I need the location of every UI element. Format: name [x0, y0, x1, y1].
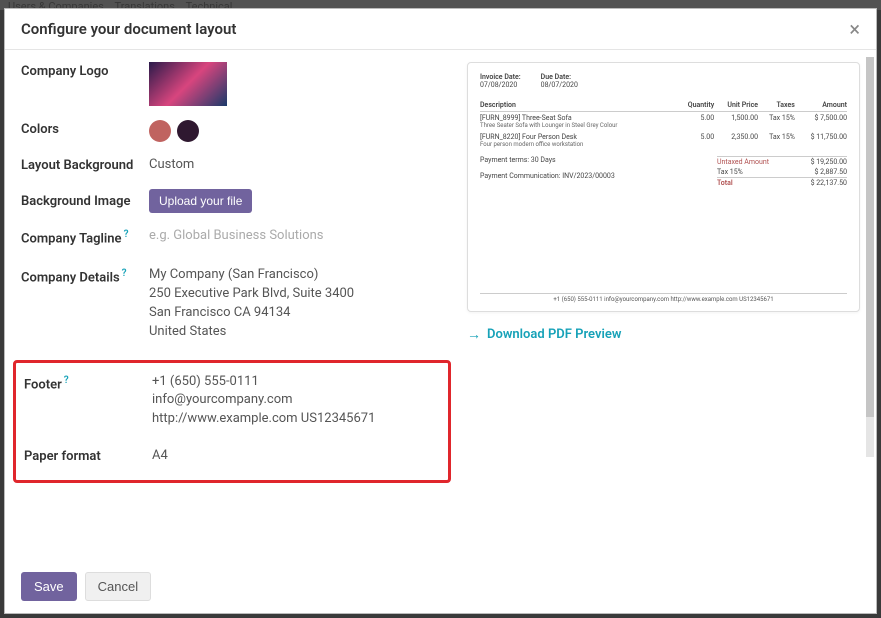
th-description: Description — [480, 99, 676, 112]
footer-label: Footer? — [24, 373, 152, 392]
close-icon[interactable]: × — [849, 19, 860, 39]
modal-footer: Save Cancel — [5, 562, 876, 613]
form-column: Company Logo Colors Layout Background Cu… — [21, 62, 451, 562]
table-row: [FURN_8999] Three-Seat Sofa Three Seater… — [480, 112, 847, 132]
document-layout-modal: Configure your document layout × Company… — [4, 8, 877, 614]
paper-format-value[interactable]: A4 — [152, 447, 440, 466]
paper-format-label: Paper format — [24, 447, 152, 464]
color-swatch-1[interactable] — [149, 120, 171, 142]
help-icon[interactable]: ? — [64, 375, 69, 386]
preview-footer: +1 (650) 555-0111 info@yourcompany.com h… — [480, 293, 847, 303]
th-amount: Amount — [795, 99, 847, 112]
document-preview: Invoice Date: 07/08/2020 Due Date: 08/07… — [467, 62, 860, 312]
modal-body: Company Logo Colors Layout Background Cu… — [5, 50, 876, 562]
company-tagline-input[interactable]: e.g. Global Business Solutions — [149, 227, 451, 246]
th-unit-price: Unit Price — [714, 99, 758, 112]
arrow-right-icon: → — [467, 326, 481, 343]
upload-file-button[interactable]: Upload your file — [149, 189, 252, 213]
layout-background-label: Layout Background — [21, 156, 149, 173]
highlighted-section: Footer? +1 (650) 555-0111 info@yourcompa… — [13, 360, 451, 483]
company-details-label: Company Details? — [21, 266, 149, 285]
scrollbar[interactable] — [866, 57, 874, 457]
due-date-label: Due Date: — [541, 73, 578, 81]
colors-label: Colors — [21, 120, 149, 137]
company-tagline-label: Company Tagline? — [21, 227, 149, 246]
footer-value[interactable]: +1 (650) 555-0111 info@yourcompany.com h… — [152, 373, 440, 430]
company-logo-image[interactable] — [149, 62, 227, 106]
th-taxes: Taxes — [758, 99, 795, 112]
modal-header: Configure your document layout × — [5, 9, 876, 50]
color-swatch-2[interactable] — [177, 120, 199, 142]
th-quantity: Quantity — [676, 99, 714, 112]
preview-column: Invoice Date: 07/08/2020 Due Date: 08/07… — [451, 62, 860, 562]
download-pdf-link[interactable]: → Download PDF Preview — [467, 326, 860, 343]
table-row: [FURN_8220] Four Person Desk Four person… — [480, 131, 847, 150]
preview-line-items-table: Description Quantity Unit Price Taxes Am… — [480, 99, 847, 150]
scrollbar-thumb[interactable] — [866, 57, 874, 417]
help-icon[interactable]: ? — [124, 229, 129, 240]
save-button[interactable]: Save — [21, 572, 77, 601]
invoice-date-value: 07/08/2020 — [480, 81, 521, 89]
cancel-button[interactable]: Cancel — [85, 572, 151, 601]
color-swatches — [149, 120, 451, 142]
due-date-value: 08/07/2020 — [541, 81, 578, 89]
invoice-date-label: Invoice Date: — [480, 73, 521, 81]
company-logo-label: Company Logo — [21, 62, 149, 79]
background-image-label: Background Image — [21, 192, 149, 209]
company-details-value[interactable]: My Company (San Francisco) 250 Executive… — [149, 266, 451, 341]
modal-title: Configure your document layout — [21, 20, 236, 38]
layout-background-value[interactable]: Custom — [149, 156, 451, 175]
help-icon[interactable]: ? — [122, 268, 127, 279]
